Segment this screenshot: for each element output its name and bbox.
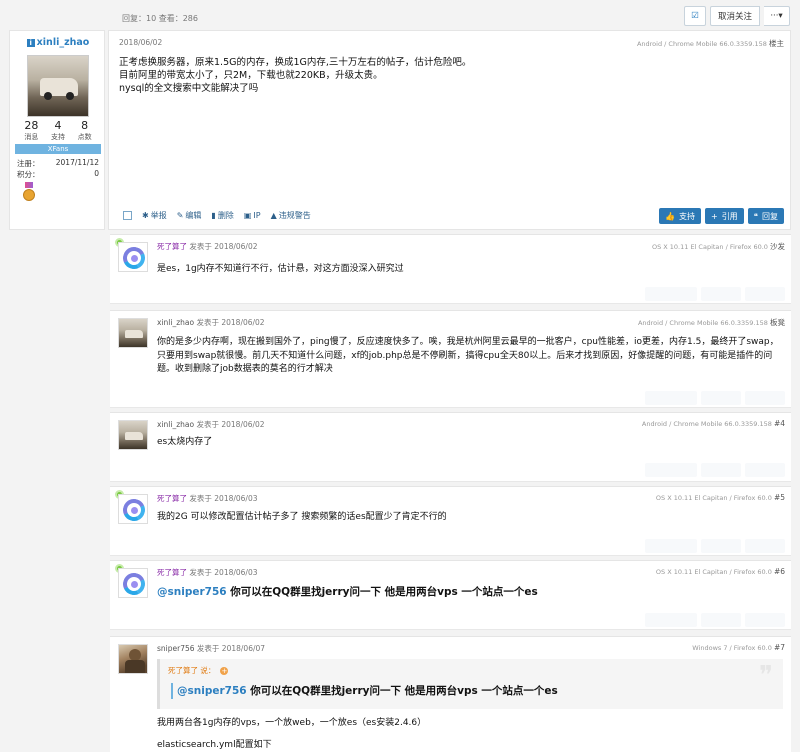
reply-post: 死了算了 发表于 2018/06/02 OS X 10.11 El Capita… — [110, 234, 791, 304]
author-link[interactable]: 死了算了 — [157, 242, 187, 251]
quote-button[interactable]: + 引用 — [704, 208, 744, 224]
reply-device: OS X 10.11 El Capitan / Firefox 60.0 #5 — [655, 493, 785, 502]
user-group-badge: XFans — [15, 144, 101, 154]
ip-link[interactable]: ▣ IP — [244, 211, 261, 220]
avatar[interactable] — [118, 644, 148, 674]
reply-post: xinli_zhao 发表于 2018/06/02 Android / Chro… — [110, 412, 791, 482]
author-link[interactable]: sniper756 — [157, 644, 195, 653]
register-row: 注册： 2017/11/12 — [17, 158, 99, 168]
user-mention[interactable]: @sniper756 — [177, 685, 247, 697]
reply-buttons — [645, 287, 785, 301]
reply-buttons — [645, 463, 785, 477]
ip-icon: ▣ — [243, 211, 252, 220]
thumbs-up-icon: 👍 — [665, 211, 675, 221]
post-device: Android / Chrome Mobile 66.0.3359.158 楼主 — [636, 39, 784, 48]
avatar[interactable] — [27, 55, 89, 117]
reply-device: Android / Chrome Mobile 66.0.3359.158 板凳 — [637, 318, 785, 327]
reply-content: 我的2G 可以修改配置估计帖子多了 搜索频繁的话es配置少了肯定不行的 — [157, 512, 447, 522]
reply-meta: sniper756 发表于 2018/06/07 — [157, 644, 266, 653]
support-count[interactable]: 4 支持 — [51, 119, 65, 142]
author-link[interactable]: 死了算了 — [157, 494, 187, 503]
post-date: 2018/06/02 — [119, 38, 163, 47]
reply-content: 你的是多少内存啊，现在搬到国外了，ping慢了，反应速度快多了。唉，我是杭州阿里… — [157, 337, 779, 374]
reply-line: 我用两台各1g内存的vps，一个放web，一个放es（es安装2.4.6） — [157, 718, 427, 728]
select-checkbox[interactable] — [123, 211, 132, 220]
check-square-icon[interactable]: ☑ — [684, 6, 706, 26]
post-body: 2018/06/02 Android / Chrome Mobile 66.0.… — [108, 30, 791, 230]
author-link[interactable]: xinli_zhao — [157, 420, 194, 429]
user-counts: 28 消息 4 支持 8 点数 — [10, 119, 106, 142]
username[interactable]: i xinli_zhao — [10, 37, 106, 48]
reply-post: xinli_zhao 发表于 2018/06/02 Android / Chro… — [110, 310, 791, 408]
reply-device: OS X 10.11 El Capitan / Firefox 60.0 沙发 — [651, 242, 785, 251]
edit-link[interactable]: ✎ 编辑 — [177, 210, 202, 221]
reply-buttons — [645, 391, 785, 405]
reply-content: @sniper756 你可以在QQ群里找jerry问一下 他是用两台vps 一个… — [157, 586, 538, 598]
warn-link[interactable]: ▲ 违规警告 — [271, 210, 311, 221]
floor-label: #6 — [773, 567, 785, 576]
more-menu-button[interactable]: ···▾ — [764, 6, 790, 26]
messages-count[interactable]: 28 消息 — [24, 119, 38, 142]
reply-content: es太烧内存了 — [157, 437, 213, 447]
expand-plus-icon: + — [220, 666, 229, 675]
medal-icon[interactable] — [23, 182, 35, 204]
reply-buttons — [645, 539, 785, 553]
reply-post: 死了算了 发表于 2018/06/03 OS X 10.11 El Capita… — [110, 560, 791, 630]
reply-buttons — [645, 613, 785, 627]
post-content: 正考虑换服务器，原来1.5G的内存，换成1G内存,三十万左右的帖子，估计危险吧。… — [119, 57, 472, 94]
reply-meta: 死了算了 发表于 2018/06/03 — [157, 494, 258, 503]
floor-label: #4 — [773, 419, 785, 428]
reply-device: Android / Chrome Mobile 66.0.3359.158 #4 — [641, 419, 785, 428]
warning-icon: ▲ — [270, 211, 277, 220]
floor-label: 沙发 — [770, 242, 785, 251]
reply-meta: xinli_zhao 发表于 2018/06/02 — [157, 318, 265, 327]
post-action-links: ✱ 举报 ✎ 编辑 ▮ 删除 ▣ IP ▲ 违规警告 — [123, 210, 311, 221]
like-button[interactable]: 👍 支持 — [659, 208, 701, 224]
user-card: i xinli_zhao 28 消息 4 支持 8 点数 XFans 注册： 201… — [9, 30, 105, 230]
reply-device: Windows 7 / Firefox 60.0 #7 — [692, 643, 785, 652]
author-link[interactable]: xinli_zhao — [157, 318, 194, 327]
first-post: i xinli_zhao 28 消息 4 支持 8 点数 XFans 注册： 201… — [9, 30, 791, 230]
plus-icon: + — [710, 211, 718, 221]
author-link[interactable]: 死了算了 — [157, 568, 187, 577]
reply-line: elasticsearch.yml配置如下 — [157, 740, 272, 750]
trash-icon: ▮ — [211, 211, 216, 220]
floor-label: 楼主 — [769, 39, 784, 48]
report-link[interactable]: ✱ 举报 — [142, 210, 167, 221]
reply-device: OS X 10.11 El Capitan / Firefox 60.0 #6 — [655, 567, 785, 576]
quote-mark-icon: ❝ — [753, 211, 758, 221]
floor-label: #5 — [773, 493, 785, 502]
reply-button[interactable]: ❝ 回复 — [747, 208, 784, 224]
reply-meta: 死了算了 发表于 2018/06/03 — [157, 568, 258, 577]
delete-link[interactable]: ▮ 删除 — [211, 210, 233, 221]
post-buttons: 👍 支持 + 引用 ❝ 回复 — [659, 208, 784, 224]
avatar[interactable] — [118, 318, 148, 348]
avatar[interactable] — [118, 242, 148, 272]
avatar[interactable] — [118, 568, 148, 598]
report-icon: ✱ — [142, 211, 149, 220]
avatar[interactable] — [118, 494, 148, 524]
avatar[interactable] — [118, 420, 148, 450]
quote-block: 死了算了 说： + @sniper756 你可以在QQ群里找jerry问一下 他是… — [157, 659, 783, 709]
floor-label: #7 — [773, 643, 785, 652]
reply-content: 是es，1g内存不知道行不行，估计悬，对这方面没深入研究过 — [157, 264, 404, 274]
user-mention[interactable]: @sniper756 — [157, 586, 227, 598]
score-row: 积分： 0 — [17, 169, 99, 179]
quote-header[interactable]: 死了算了 说： + — [168, 665, 229, 676]
thread-stats: 回复：10 查看：286 — [122, 14, 198, 23]
quote-content: @sniper756 你可以在QQ群里找jerry问一下 他是用两台vps 一个… — [171, 683, 558, 699]
points-count[interactable]: 8 点数 — [78, 119, 92, 142]
floor-label: 板凳 — [770, 318, 785, 327]
quote-mark-icon: ❞ — [759, 661, 773, 691]
unfollow-button[interactable]: 取消关注 — [710, 6, 760, 26]
edit-icon: ✎ — [176, 211, 184, 220]
reply-post: sniper756 发表于 2018/06/07 Windows 7 / Fir… — [110, 636, 791, 752]
reply-post: 死了算了 发表于 2018/06/03 OS X 10.11 El Capita… — [110, 486, 791, 556]
reply-meta: xinli_zhao 发表于 2018/06/02 — [157, 420, 265, 429]
user-badge-icon: i — [26, 39, 35, 47]
thread-topbar: 回复：10 查看：286 ☑ 取消关注 ···▾ — [0, 0, 800, 30]
reply-meta: 死了算了 发表于 2018/06/02 — [157, 242, 258, 251]
thread-actions: ☑ 取消关注 ···▾ — [684, 6, 790, 26]
